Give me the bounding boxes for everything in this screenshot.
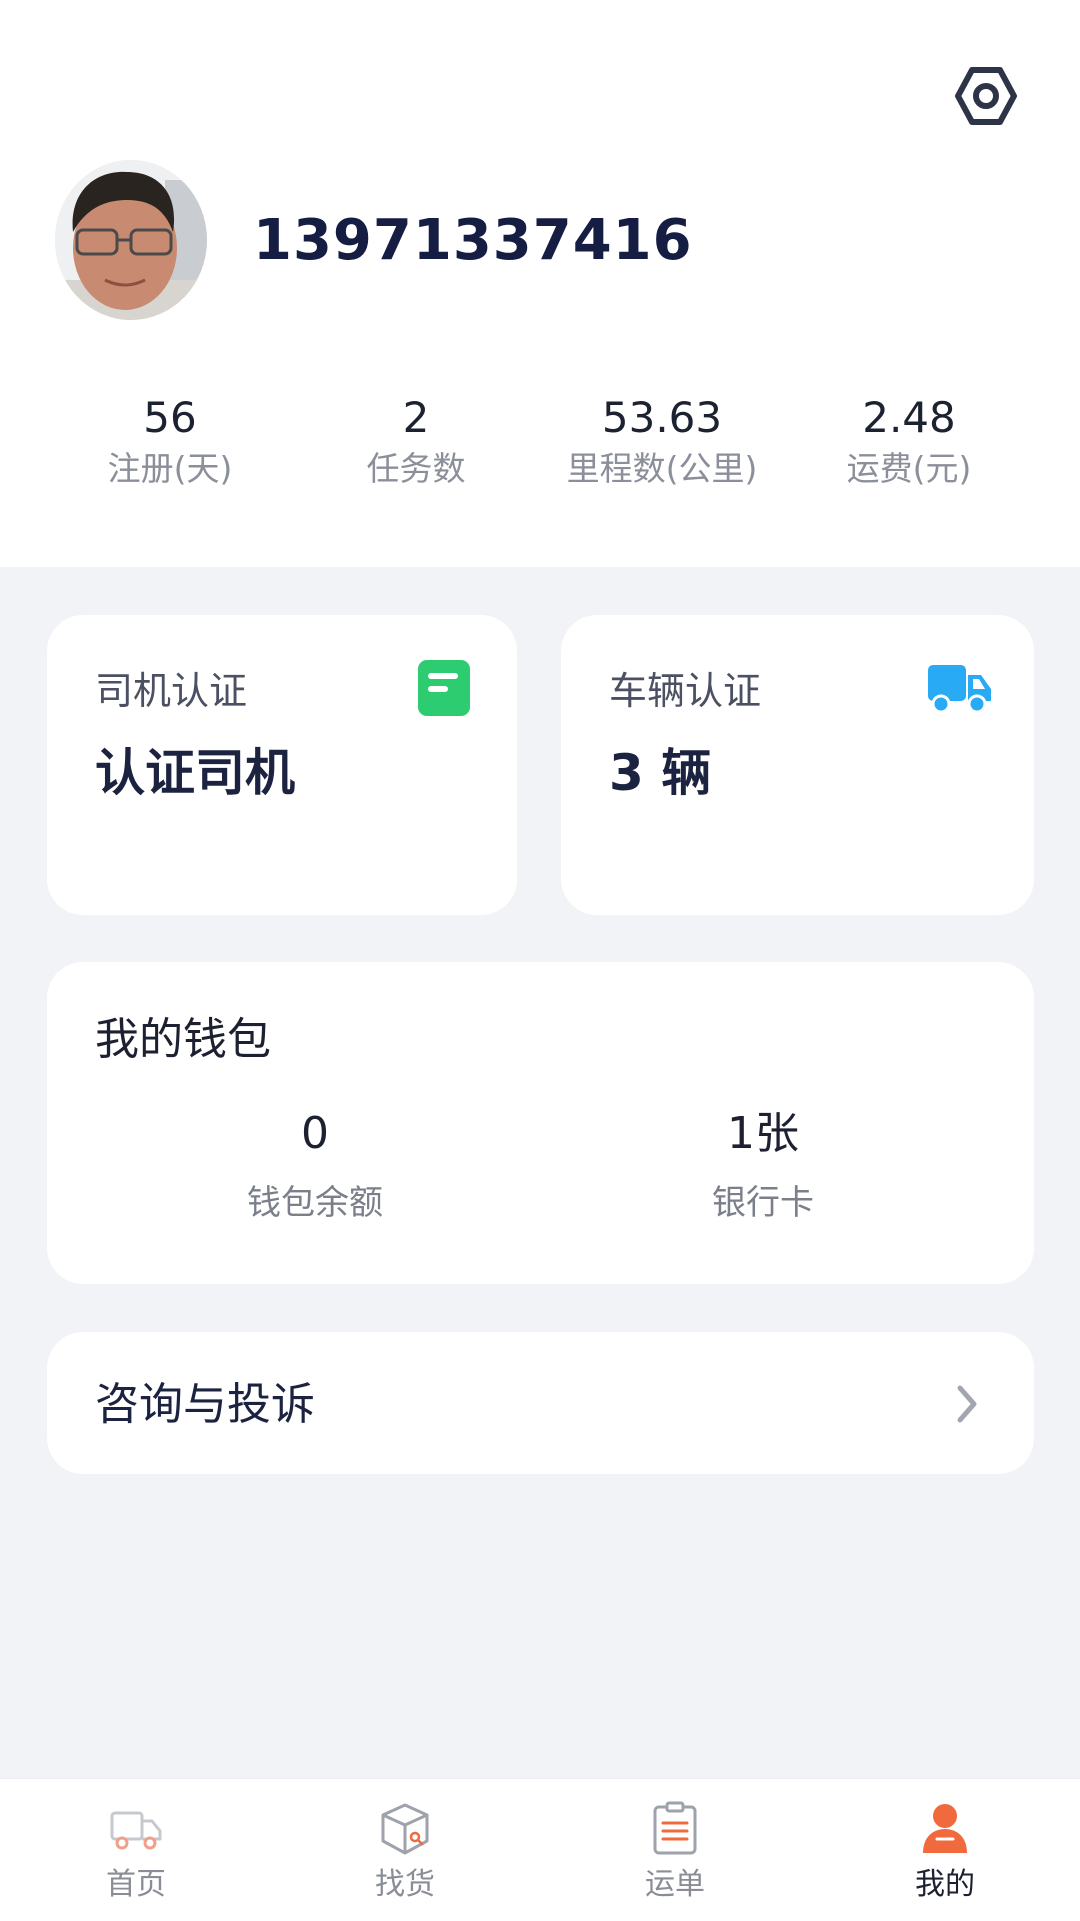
vehicle-card-value: 3 辆 [609, 744, 712, 802]
stat-mileage: 53.63 里程数(公里) [537, 392, 787, 492]
stats-row: 56 注册(天) 2 任务数 53.63 里程数(公里) 2.48 运费(元) [0, 392, 1080, 512]
stat-value: 56 [143, 393, 197, 442]
stat-freight: 2.48 运费(元) [784, 392, 1034, 492]
settings-icon [955, 67, 1017, 125]
settings-button[interactable] [952, 62, 1020, 130]
wallet-balance[interactable]: 0 钱包余额 [165, 1106, 465, 1226]
consult-complaint-label: 咨询与投诉 [95, 1379, 315, 1430]
driver-certification-card[interactable]: 司机认证 认证司机 [47, 615, 517, 915]
nav-label: 找货 [375, 1867, 435, 1902]
nav-label: 首页 [106, 1867, 166, 1902]
stat-task-count: 2 任务数 [291, 392, 541, 492]
wallet-title: 我的钱包 [95, 1014, 271, 1065]
box-icon [381, 1803, 429, 1855]
nav-item-mine[interactable]: 我的 [865, 1779, 1025, 1921]
bank-card-label: 银行卡 [712, 1183, 814, 1223]
nav-item-waybill[interactable]: 运单 [595, 1779, 755, 1921]
bank-card-value: 1张 [727, 1108, 799, 1159]
driver-card-title: 司机认证 [95, 669, 248, 713]
chevron-right-icon [957, 1385, 977, 1423]
bottom-nav: 首页 找货 运单 我的 [0, 1778, 1080, 1921]
bank-card[interactable]: 1张 银行卡 [613, 1106, 913, 1226]
clipboard-icon [653, 1801, 697, 1855]
vehicle-card-title: 车辆认证 [609, 669, 762, 713]
profile-header: 13971337416 56 注册(天) 2 任务数 53.63 里程数(公里)… [0, 0, 1080, 567]
truck-icon [928, 665, 991, 714]
stat-label: 注册(天) [107, 449, 233, 488]
stat-label: 运费(元) [846, 449, 972, 488]
phone-number: 13971337416 [253, 208, 693, 273]
stat-label: 任务数 [366, 449, 466, 488]
vehicle-certification-card[interactable]: 车辆认证 3 辆 [561, 615, 1034, 915]
avatar-image [55, 160, 207, 320]
stat-label: 里程数(公里) [566, 449, 758, 488]
avatar[interactable] [55, 160, 207, 320]
driver-card-value: 认证司机 [95, 744, 295, 802]
user-icon [923, 1804, 967, 1853]
wallet-balance-label: 钱包余额 [247, 1183, 383, 1223]
stat-value: 2 [402, 393, 430, 442]
wallet-balance-value: 0 [301, 1108, 329, 1159]
nav-label: 运单 [645, 1867, 705, 1902]
stat-value: 53.63 [601, 393, 723, 442]
document-icon [418, 660, 470, 716]
wallet-card: 我的钱包 0 钱包余额 1张 银行卡 [47, 962, 1034, 1284]
nav-item-home[interactable]: 首页 [56, 1779, 216, 1921]
truck-icon [110, 1811, 162, 1850]
stat-value: 2.48 [862, 393, 956, 442]
stat-registered-days: 56 注册(天) [45, 392, 295, 492]
nav-item-find-goods[interactable]: 找货 [325, 1779, 485, 1921]
nav-label: 我的 [915, 1867, 975, 1902]
consult-complaint-item[interactable]: 咨询与投诉 [47, 1332, 1034, 1474]
